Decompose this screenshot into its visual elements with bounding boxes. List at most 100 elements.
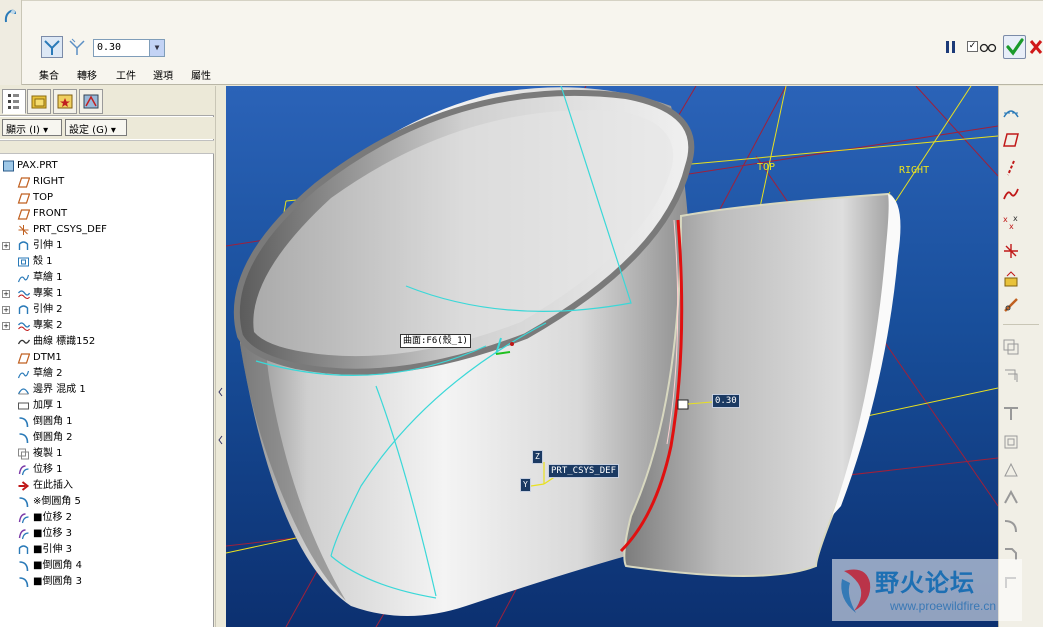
- tab-workpiece[interactable]: 工件: [116, 67, 136, 82]
- tree-item[interactable]: RIGHT: [0, 174, 212, 190]
- analysis-tool-icon[interactable]: [1002, 270, 1020, 288]
- surface-reference-tag[interactable]: 曲面:F6(殼_1): [400, 334, 471, 348]
- preview-checkbox[interactable]: ✓: [967, 41, 978, 52]
- tree-item[interactable]: 草繪 1: [0, 270, 212, 286]
- tree-item[interactable]: ■位移 2: [0, 510, 212, 526]
- tree-item[interactable]: + 專案 2: [0, 318, 212, 334]
- tree-item-label: TOP: [33, 192, 54, 203]
- round-icon: [19, 577, 29, 588]
- datum-point-tool-icon[interactable]: xxx: [1002, 213, 1020, 231]
- show-button-label: 顯示 (I): [6, 125, 40, 136]
- tree-item[interactable]: FRONT: [0, 206, 212, 222]
- thickness-value-tag[interactable]: 0.30: [712, 394, 740, 408]
- tree-item[interactable]: TOP: [0, 190, 212, 206]
- watermark: 野火论坛 www.proewildfire.cn: [832, 559, 1022, 621]
- part-icon: [3, 160, 14, 172]
- tree-item[interactable]: 殼 1: [0, 254, 212, 270]
- model-tree-icon: [8, 94, 19, 109]
- sash-grip-icon[interactable]: [218, 386, 223, 446]
- thicken-one-side-icon[interactable]: [41, 36, 63, 58]
- tree-item[interactable]: PAX.PRT: [0, 158, 212, 174]
- hole-tool-icon[interactable]: [1002, 433, 1020, 451]
- settings-button[interactable]: 設定 (G) ▾: [65, 119, 127, 136]
- tree-item[interactable]: + 引伸 1: [0, 238, 212, 254]
- axis-y-label: Y: [520, 478, 531, 492]
- panel-splitter[interactable]: [215, 86, 225, 627]
- tree-item[interactable]: 複製 1: [0, 446, 212, 462]
- tree-item[interactable]: ■倒圓角 4: [0, 558, 212, 574]
- tree-item-label: 曲線 標識152: [33, 336, 96, 347]
- tree-item[interactable]: DTM1: [0, 350, 212, 366]
- show-button[interactable]: 顯示 (I) ▾: [2, 119, 62, 136]
- connections-icon: [83, 94, 99, 109]
- tree-item[interactable]: ■引伸 3: [0, 542, 212, 558]
- pause-icon[interactable]: [944, 40, 958, 54]
- tree-item[interactable]: ※倒圓角 5: [0, 494, 212, 510]
- shell-tool-icon[interactable]: [1002, 489, 1020, 507]
- expand-toggle-icon[interactable]: +: [2, 306, 10, 314]
- thicken-both-sides-icon[interactable]: [66, 36, 88, 58]
- tree-item[interactable]: 草繪 2: [0, 366, 212, 382]
- tree-item-label: RIGHT: [33, 176, 65, 187]
- csys-icon: [18, 225, 29, 235]
- tree-item[interactable]: ■位移 3: [0, 526, 212, 542]
- tree-item[interactable]: 倒圓角 1: [0, 414, 212, 430]
- tree-item[interactable]: ■倒圓角 3: [0, 574, 212, 590]
- datum-plane-tool-icon[interactable]: [1002, 131, 1020, 149]
- extrude-icon: [18, 305, 29, 314]
- draft-tool-icon[interactable]: [1002, 461, 1020, 479]
- tree-item[interactable]: 位移 1: [0, 462, 212, 478]
- tab-model-tree[interactable]: [2, 89, 26, 114]
- chevron-down-icon[interactable]: ▼: [149, 40, 164, 56]
- tree-item[interactable]: + 專案 1: [0, 286, 212, 302]
- tab-set[interactable]: 集合: [39, 67, 59, 82]
- tree-item[interactable]: 在此插入: [0, 478, 212, 494]
- tab-favorites[interactable]: [53, 89, 77, 114]
- watermark-title: 野火论坛: [875, 569, 975, 597]
- tree-item[interactable]: 倒圓角 2: [0, 430, 212, 446]
- settings-button-label: 設定 (G): [69, 125, 108, 136]
- datum-display-icon[interactable]: [1002, 103, 1020, 121]
- tab-connections[interactable]: [79, 89, 103, 114]
- toolbar-divider: [1003, 324, 1039, 325]
- datum-axis-tool-icon[interactable]: [1002, 159, 1020, 177]
- round-icon: [19, 433, 29, 444]
- tree-item[interactable]: 曲線 標識152: [0, 334, 212, 350]
- tree-item[interactable]: 加厚 1: [0, 398, 212, 414]
- paste-tool-icon[interactable]: [1002, 366, 1020, 384]
- boundary-blend-icon: [17, 388, 30, 395]
- sweep-tool-icon[interactable]: [1002, 404, 1020, 422]
- sketch-icon: [17, 370, 30, 379]
- tree-item-label: ■位移 2: [33, 512, 72, 523]
- tree-item-label: 專案 2: [33, 320, 63, 331]
- thickness-dropdown[interactable]: 0.30 ▼: [93, 39, 165, 57]
- tree-item-label: 加厚 1: [33, 400, 63, 411]
- csys-tool-icon[interactable]: [1002, 242, 1020, 260]
- graphics-window[interactable]: TOP RIGHT 曲面:F6(殼_1) 0.30 PRT_CSYS_DEF Z…: [226, 86, 998, 627]
- ok-button[interactable]: [1003, 35, 1026, 59]
- tab-transfer[interactable]: 轉移: [77, 67, 97, 82]
- tree-item-label: 引伸 1: [33, 240, 63, 251]
- tab-properties[interactable]: 屬性: [191, 67, 211, 82]
- datum-curve-tool-icon[interactable]: [1002, 185, 1020, 203]
- tab-folder-browser[interactable]: [27, 89, 51, 114]
- tree-item[interactable]: 邊界 混成 1: [0, 382, 212, 398]
- cancel-icon[interactable]: [1029, 38, 1043, 56]
- offset-icon: [18, 465, 29, 476]
- offset-icon: [18, 513, 29, 524]
- tree-item-label: FRONT: [33, 208, 68, 219]
- copy-tool-icon[interactable]: [1002, 338, 1020, 356]
- model-graphics[interactable]: [226, 86, 998, 627]
- expand-toggle-icon[interactable]: +: [2, 242, 10, 250]
- favorites-icon: [57, 94, 73, 109]
- tree-item[interactable]: + 引伸 2: [0, 302, 212, 318]
- expand-toggle-icon[interactable]: +: [2, 290, 10, 298]
- tree-item-label: 複製 1: [33, 448, 63, 459]
- round-tool-icon[interactable]: [1002, 517, 1020, 535]
- tab-options[interactable]: 選項: [153, 67, 173, 82]
- tree-item[interactable]: PRT_CSYS_DEF: [0, 222, 212, 238]
- shell-icon: [18, 257, 29, 267]
- expand-toggle-icon[interactable]: +: [2, 322, 10, 330]
- glasses-preview-icon[interactable]: [979, 40, 997, 54]
- sketch-tool-icon[interactable]: [1002, 296, 1020, 314]
